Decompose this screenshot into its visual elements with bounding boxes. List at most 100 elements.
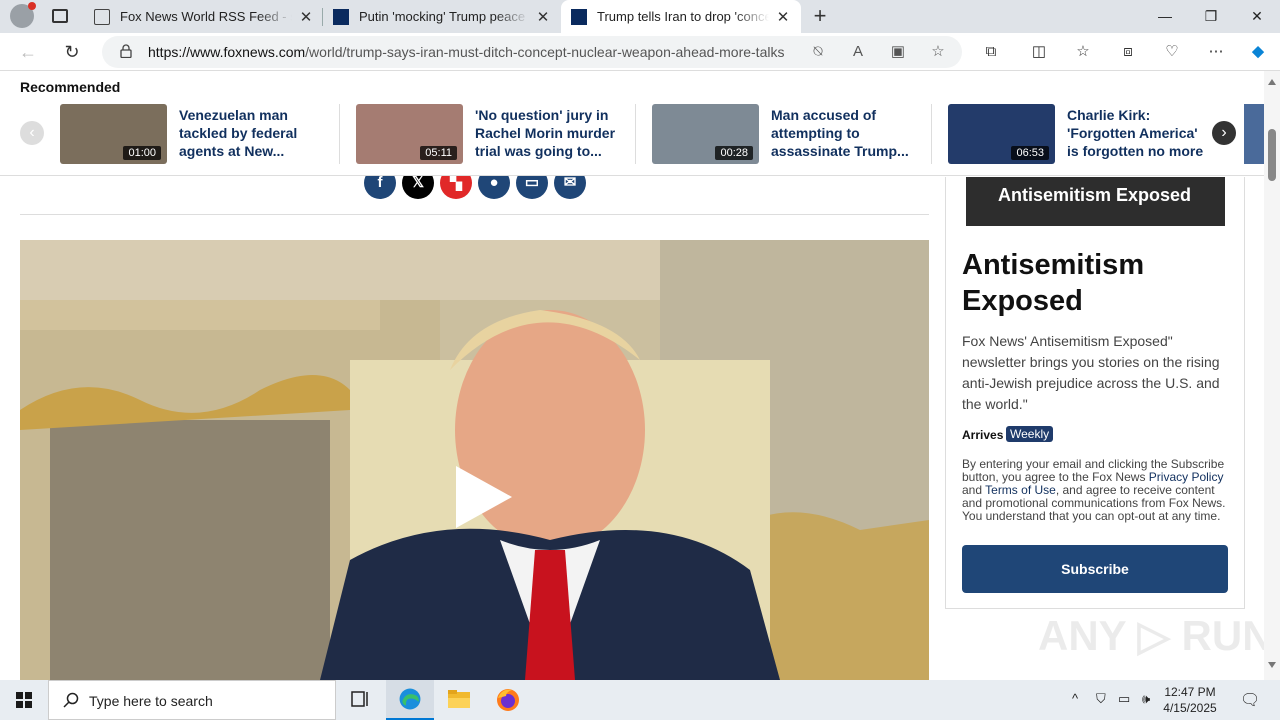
recommended-title[interactable]: Venezuelan man tackled by federal agents… xyxy=(179,106,329,160)
windows-start-icon[interactable] xyxy=(0,680,48,720)
clock-time: 12:47 PM xyxy=(1164,685,1216,699)
read-aloud-icon[interactable]: A xyxy=(848,42,868,62)
recommended-heading: Recommended xyxy=(20,79,121,95)
newsletter-title: Antisemitism Exposed xyxy=(962,249,1145,317)
close-window-button[interactable]: ✕ xyxy=(1234,0,1280,33)
close-tab-icon[interactable]: ✕ xyxy=(775,8,791,26)
windows-taskbar: Type here to search ^ ⛉ ▭ 🕪 12:47 PM 4/1… xyxy=(0,680,1280,720)
page-viewport: f 𝕏 ▚ ● ▭ ✉ Recommended ‹ 01:00 Venezuel… xyxy=(0,71,1280,680)
scroll-down-icon[interactable] xyxy=(1268,662,1276,668)
flipboard-icon: ▚ xyxy=(450,174,462,191)
video-player[interactable] xyxy=(20,240,929,680)
carousel-next-button[interactable]: › xyxy=(1212,121,1236,145)
x-icon: 𝕏 xyxy=(411,174,425,191)
chevron-right-icon: › xyxy=(1221,124,1227,141)
video-duration: 00:28 xyxy=(715,146,753,160)
tracking-prevention-icon[interactable]: ⍉ xyxy=(808,42,828,62)
close-tab-icon[interactable]: ✕ xyxy=(298,8,314,26)
recommended-title[interactable]: Man accused of attempting to assassinate… xyxy=(771,106,921,160)
show-hidden-icons-icon[interactable]: ^ xyxy=(1072,691,1078,706)
tab-rss-feed[interactable]: Fox News World RSS Feed - socc ✕ xyxy=(84,0,324,33)
scrollbar-thumb[interactable] xyxy=(1268,129,1276,181)
firefox-icon[interactable] xyxy=(484,680,532,720)
video-frame xyxy=(20,240,929,680)
video-thumbnail[interactable]: 06:53 xyxy=(948,104,1055,164)
video-duration: 05:11 xyxy=(420,146,457,160)
close-tab-icon[interactable]: ✕ xyxy=(535,8,551,26)
anyrun-watermark: ANY ▷ RUN xyxy=(1038,612,1273,659)
edge-browser-icon[interactable] xyxy=(386,680,434,720)
comment-bubble-icon: ● xyxy=(489,174,499,191)
new-tab-button[interactable]: + xyxy=(808,4,832,28)
video-thumbnail[interactable]: 01:00 xyxy=(60,104,167,164)
divider xyxy=(20,214,929,215)
tab-actions-icon[interactable] xyxy=(52,9,68,23)
chevron-left-icon: ‹ xyxy=(29,124,35,141)
favorite-star-icon[interactable]: ☆ xyxy=(928,42,948,62)
url-text[interactable]: https://www.foxnews.com/world/trump-says… xyxy=(148,44,784,60)
play-icon[interactable] xyxy=(456,466,512,528)
tab-title: Trump tells Iran to drop 'concept xyxy=(597,9,769,24)
video-thumbnail[interactable]: 00:28 xyxy=(652,104,759,164)
video-thumbnail[interactable]: 05:11 xyxy=(356,104,463,164)
frequency-badge: Weekly xyxy=(1006,426,1054,442)
tab-putin[interactable]: Putin 'mocking' Trump peace eff ✕ xyxy=(323,0,561,33)
notifications-icon[interactable]: 🗨 xyxy=(1240,690,1260,710)
back-button[interactable]: ← xyxy=(16,40,40,64)
recommended-card[interactable]: 05:11 'No question' jury in Rachel Morin… xyxy=(356,104,636,164)
copilot-icon[interactable]: ◆ xyxy=(1246,40,1270,64)
volume-icon[interactable]: 🕪 xyxy=(1142,691,1150,707)
video-thumbnail-partial[interactable] xyxy=(1244,104,1264,164)
privacy-policy-link[interactable]: Privacy Policy xyxy=(1149,470,1224,484)
tab-title: Putin 'mocking' Trump peace eff xyxy=(359,9,529,24)
refresh-button[interactable]: ↻ xyxy=(60,40,84,64)
carousel-prev-button[interactable]: ‹ xyxy=(20,121,44,145)
profile-avatar[interactable] xyxy=(10,2,36,28)
video-duration: 06:53 xyxy=(1011,146,1049,160)
favorites-icon[interactable]: ☆ xyxy=(1071,40,1095,64)
task-view-icon[interactable] xyxy=(336,680,384,720)
newsletter-description: Fox News' Antisemitism Exposed" newslett… xyxy=(962,333,1220,412)
page-scrollbar[interactable] xyxy=(1264,71,1280,680)
network-icon[interactable]: ▭ xyxy=(1118,691,1130,707)
split-screen-icon[interactable]: ◫ xyxy=(1027,40,1051,64)
card-divider xyxy=(931,104,932,164)
address-toolbar: ← ↻ https://www.foxnews.com/world/trump-… xyxy=(0,33,1280,71)
immersive-reader-icon[interactable]: ▣ xyxy=(888,42,908,62)
browser-essentials-icon[interactable]: ♡ xyxy=(1160,40,1184,64)
email-icon: ✉ xyxy=(563,174,577,191)
browser-tab-bar: Fox News World RSS Feed - socc ✕ Putin '… xyxy=(0,0,1280,33)
legal-and: and xyxy=(962,483,986,497)
promo-image-text: Antisemitism Exposed xyxy=(998,185,1192,205)
subscribe-button[interactable]: Subscribe xyxy=(962,545,1228,593)
legal-text: By entering your email and clicking the … xyxy=(962,458,1228,523)
terms-of-use-link[interactable]: Terms of Use xyxy=(985,483,1056,497)
fox-news-icon xyxy=(571,8,587,25)
search-placeholder: Type here to search xyxy=(89,693,213,709)
recommended-title[interactable]: 'No question' jury in Rachel Morin murde… xyxy=(475,106,625,160)
clock-date: 4/15/2025 xyxy=(1163,701,1217,715)
minimize-button[interactable]: — xyxy=(1142,0,1188,33)
network-security-icon[interactable]: ⛉ xyxy=(1096,691,1106,707)
recommended-card[interactable]: 06:53 Charlie Kirk: 'Forgotten America' … xyxy=(948,104,1228,164)
card-divider xyxy=(339,104,340,164)
restore-button[interactable]: ❐ xyxy=(1188,0,1234,33)
recommended-card[interactable]: 01:00 Venezuelan man tackled by federal … xyxy=(60,104,340,164)
fox-news-icon xyxy=(333,8,349,25)
more-menu-icon[interactable]: ⋯ xyxy=(1204,40,1228,64)
system-clock[interactable]: 12:47 PM 4/15/2025 xyxy=(1160,684,1220,716)
lock-icon[interactable] xyxy=(120,44,132,58)
url-path: /world/trump-says-iran-must-ditch-concep… xyxy=(305,44,785,60)
extensions-icon[interactable]: ⧉ xyxy=(979,40,1003,64)
search-icon xyxy=(63,692,79,708)
recommended-card[interactable]: 00:28 Man accused of attempting to assas… xyxy=(652,104,932,164)
facebook-icon: f xyxy=(377,174,383,191)
card-divider xyxy=(635,104,636,164)
file-explorer-icon[interactable] xyxy=(435,680,483,720)
address-bar[interactable]: https://www.foxnews.com/world/trump-says… xyxy=(102,36,962,68)
collections-icon[interactable]: ⧈ xyxy=(1116,40,1140,64)
scroll-up-icon[interactable] xyxy=(1268,79,1276,85)
taskbar-search-box[interactable]: Type here to search xyxy=(48,680,336,720)
recommended-title[interactable]: Charlie Kirk: 'Forgotten America' is for… xyxy=(1067,106,1207,160)
tab-trump-iran[interactable]: Trump tells Iran to drop 'concept ✕ xyxy=(561,0,801,33)
